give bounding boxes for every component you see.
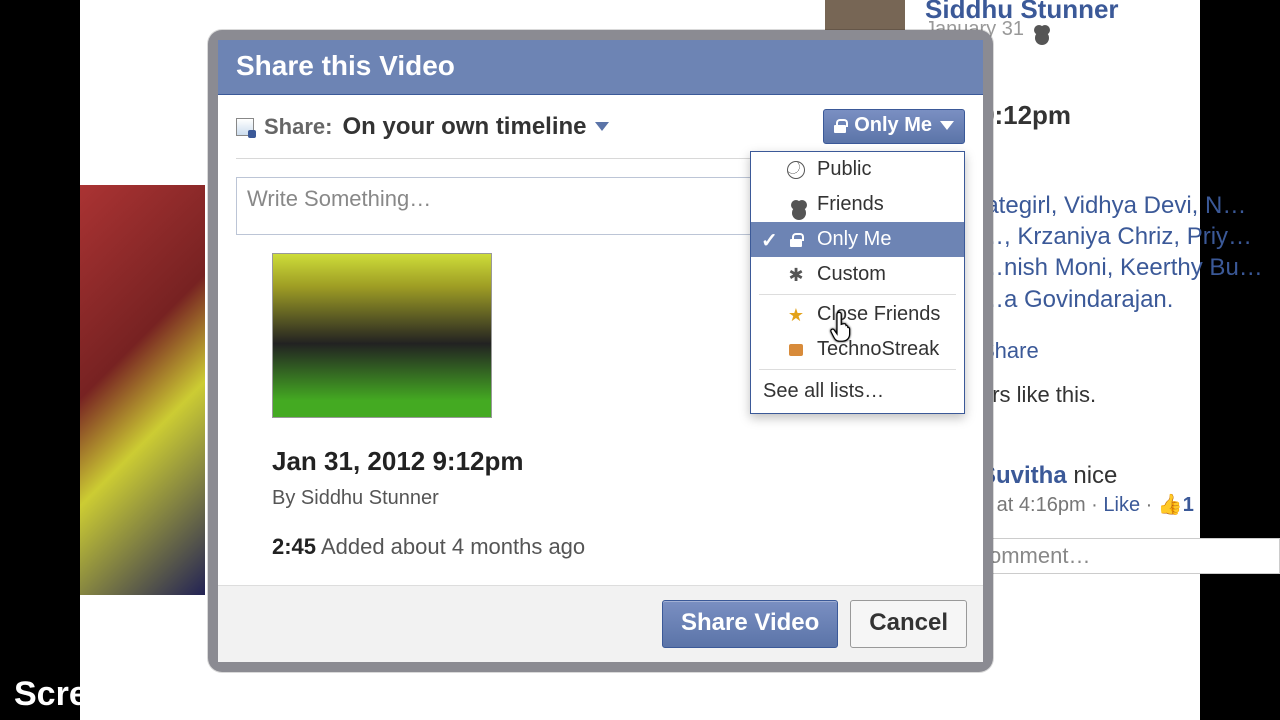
privacy-selected-value: Only Me [854,114,932,137]
privacy-option-technostreak[interactable]: TechnoStreak [751,332,964,367]
dialog-body: Share: On your own timeline Only Me Writ… [218,95,983,585]
chevron-down-icon [940,121,954,130]
video-added: Added about 4 months ago [321,534,585,559]
privacy-option-friends[interactable]: Friends [751,187,964,222]
friends-icon [1030,25,1048,35]
video-thumbnail[interactable] [272,253,492,418]
dialog-header: Share this Video [218,40,983,95]
video-title[interactable]: Jan 31, 2012 9:12pm [272,446,965,477]
privacy-selector-button[interactable]: Only Me [823,109,965,144]
share-label: Share: [264,114,332,140]
star-icon [787,306,805,324]
like-count-line: ers like this. [980,382,1096,408]
video-author: By Siddhu Stunner [272,487,965,510]
write-comment-input[interactable]: omment… [980,538,1280,574]
video-meta: 2:45 Added about 4 months ago [272,534,965,560]
share-target-select[interactable]: On your own timeline [342,113,608,141]
share-dialog: Share this Video Share: On your own time… [208,30,993,672]
dropdown-separator [759,369,956,370]
globe-icon [787,161,805,179]
comment-like-count: 1 [1183,494,1194,516]
dropdown-separator [759,294,956,295]
privacy-option-only-me[interactable]: Only Me [751,222,964,257]
comment-like-link[interactable]: Like [1103,494,1140,516]
watermark: Screencast-O-Matic.com [14,675,411,714]
chevron-down-icon [595,122,609,131]
cancel-button[interactable]: Cancel [850,600,967,648]
list-icon [787,344,805,356]
post-time: 9:12pm [980,100,1071,131]
background-photo [80,185,205,595]
privacy-option-custom[interactable]: Custom [751,257,964,292]
privacy-see-all-lists[interactable]: See all lists… [751,372,964,413]
privacy-option-public[interactable]: Public [751,152,964,187]
share-video-button[interactable]: Share Video [662,600,838,648]
privacy-dropdown: Public Friends Only Me Custom Close Frie… [750,151,965,414]
video-duration: 2:45 [272,534,316,559]
privacy-option-close-friends[interactable]: Close Friends [751,297,964,332]
gear-icon [787,266,805,284]
comment-meta: 1 at 4:16pm · Like · 👍1 [980,492,1194,517]
comment-author-link[interactable]: Suvitha [980,462,1067,489]
likers-list[interactable]: lategirl, Vidhya Devi, N… …, Krzaniya Ch… [980,190,1280,315]
lock-icon [834,119,846,133]
dialog-title: Share this Video [236,50,965,82]
share-target-value: On your own timeline [342,113,586,141]
dialog-footer: Share Video Cancel [218,585,983,662]
lock-icon [787,233,805,247]
comment-row: Suvitha nice [980,462,1117,490]
thumbs-up-icon: 👍 [1158,494,1183,516]
friends-icon [787,200,805,210]
share-icon [236,118,254,136]
